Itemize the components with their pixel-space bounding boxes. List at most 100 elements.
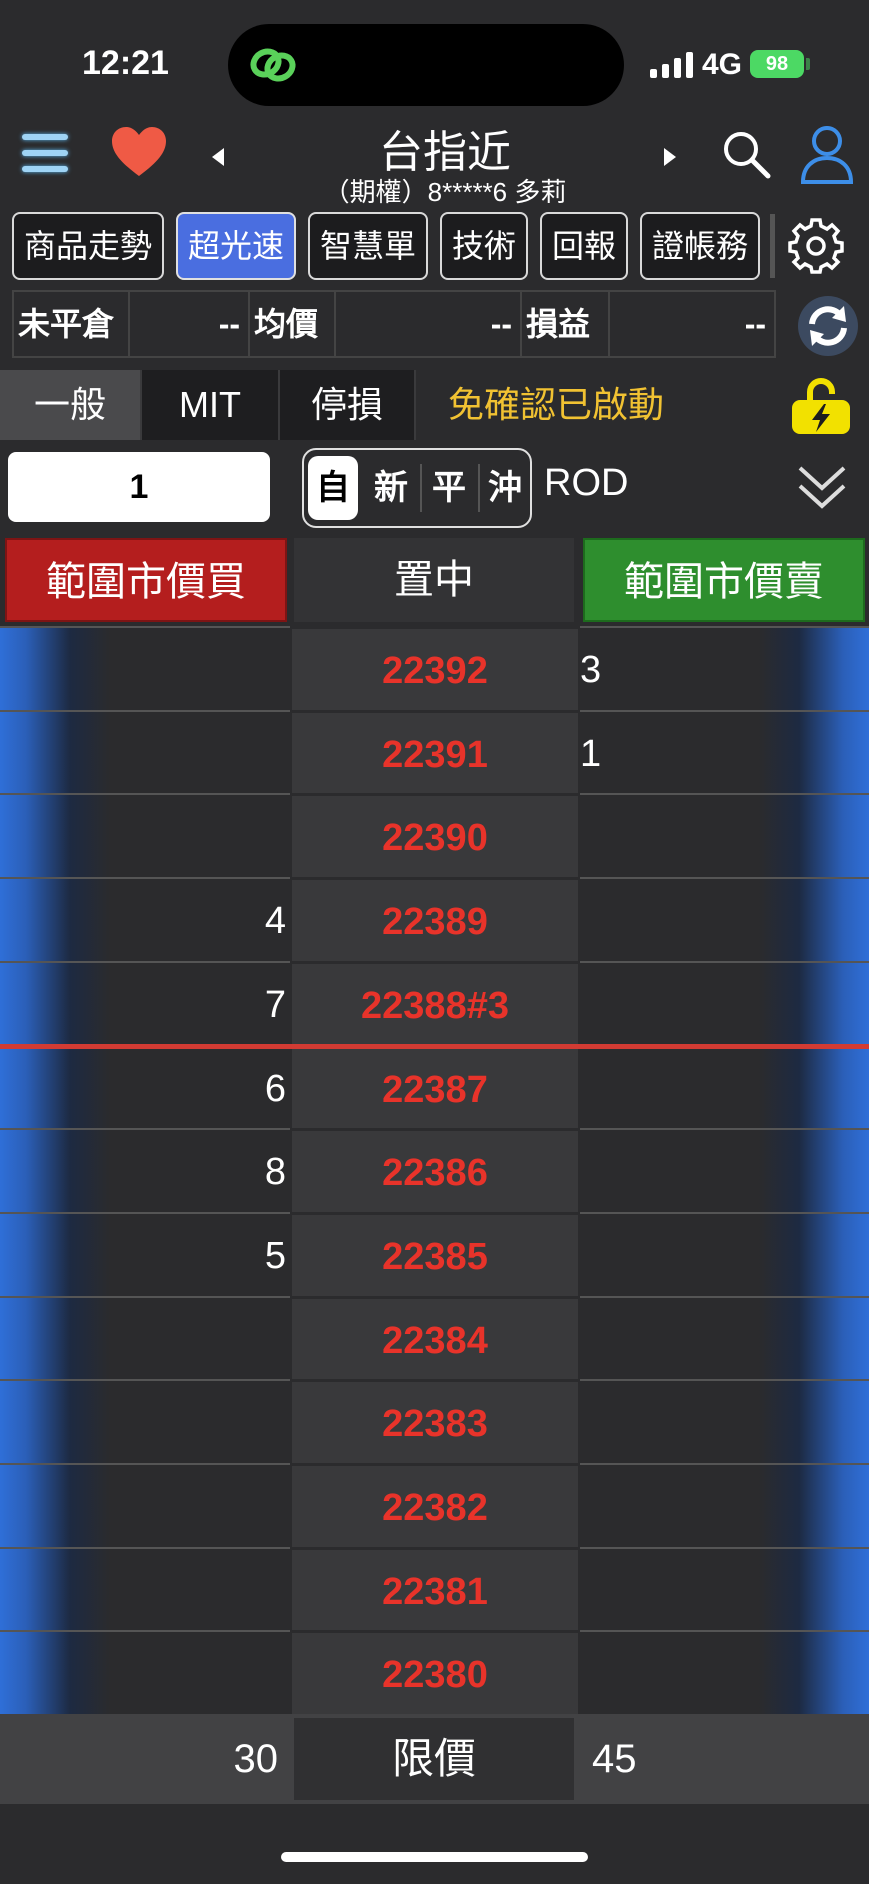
battery-level: 98 (765, 53, 789, 75)
price-cell: 22392 (292, 626, 578, 710)
position-value: -- (130, 292, 250, 356)
time-in-force-select[interactable]: ROD (544, 462, 628, 505)
ask-cell[interactable] (580, 960, 869, 1045)
unlock-icon[interactable] (790, 378, 852, 436)
bid-cell[interactable] (0, 1546, 290, 1631)
ladder-row: 5 22385 (0, 1211, 869, 1296)
ask-cell[interactable] (580, 877, 869, 961)
ask-cell[interactable] (580, 1546, 869, 1631)
top-nav: 台指近 （期權）8*****6 多莉 (0, 110, 869, 210)
link-app-icon (250, 48, 296, 82)
order-type-general[interactable]: 一般 (0, 370, 140, 440)
bid-cell[interactable] (0, 1379, 290, 1463)
ask-cell[interactable] (580, 1295, 869, 1380)
battery-tip (806, 58, 810, 70)
bid-cell[interactable] (0, 1630, 290, 1715)
order-type-stop[interactable]: 停損 (278, 370, 416, 440)
ladder-row: 22383 (0, 1379, 869, 1463)
tab-smart-order[interactable]: 智慧單 (308, 212, 428, 280)
ladder-row: 22382 (0, 1463, 869, 1547)
gear-icon[interactable] (785, 214, 847, 276)
price-type-button[interactable]: 限價 (294, 1718, 574, 1800)
ladder-row: 22381 (0, 1546, 869, 1631)
ask-cell[interactable]: 3 (580, 626, 869, 710)
ask-cell[interactable] (580, 1379, 869, 1463)
bid-cell[interactable]: 5 (0, 1211, 290, 1296)
product-title[interactable]: 台指近 (260, 116, 630, 180)
quantity-input[interactable]: 1 (8, 452, 270, 522)
mode-auto[interactable]: 自 (308, 456, 358, 520)
bid-cell[interactable] (0, 1295, 290, 1380)
position-label: 未平倉 (14, 292, 130, 356)
bid-cell[interactable]: 8 (0, 1128, 290, 1212)
bid-cell[interactable] (0, 626, 290, 710)
ask-cell[interactable] (580, 1630, 869, 1715)
prev-product-icon[interactable] (212, 148, 224, 166)
mode-close[interactable]: 平 (424, 456, 474, 520)
price-cell: 22382 (292, 1463, 578, 1547)
price-cell: 22386 (292, 1128, 578, 1212)
price-cell: 22391 (292, 709, 578, 794)
chevron-down-icon[interactable] (796, 460, 848, 516)
pnl-value: -- (608, 292, 774, 356)
tab-report[interactable]: 回報 (540, 212, 628, 280)
bid-cell[interactable]: 6 (0, 1044, 290, 1129)
position-summary: 未平倉 -- 均價 -- 損益 -- (12, 290, 776, 358)
mode-separator (420, 464, 422, 512)
range-market-sell-button[interactable]: 範圍市價賣 (583, 538, 865, 622)
avg-price-value: -- (334, 292, 522, 356)
next-product-icon[interactable] (664, 148, 676, 166)
price-cell: 22383 (292, 1379, 578, 1463)
price-cell: 22380 (292, 1630, 578, 1715)
ladder-footer: 30 限價 45 (0, 1714, 869, 1804)
refresh-icon[interactable] (798, 296, 858, 356)
price-ladder: 22392 3 22391 1 22390 4 22389 7 22388#3 … (0, 626, 869, 1715)
order-type-mit[interactable]: MIT (140, 370, 278, 440)
ask-cell[interactable] (580, 1463, 869, 1547)
tab-account[interactable]: 證帳務 (640, 212, 760, 280)
pnl-label: 損益 (526, 306, 591, 342)
bid-quantity: 4 (264, 900, 286, 943)
search-icon[interactable] (720, 128, 772, 180)
bid-cell[interactable] (0, 1463, 290, 1547)
bid-quantity: 7 (264, 983, 286, 1026)
ask-total: 45 (592, 1737, 637, 1781)
ask-cell[interactable]: 1 (580, 709, 869, 794)
favorite-heart-icon[interactable] (110, 124, 168, 182)
position-mode-selector: 自 新 平 沖 (302, 448, 532, 528)
network-type: 4G (702, 48, 743, 81)
bid-quantity: 5 (264, 1234, 286, 1277)
hamburger-menu-icon[interactable] (22, 134, 68, 174)
bid-cell[interactable] (0, 793, 290, 878)
ladder-row: 22384 (0, 1295, 869, 1380)
range-market-buy-button[interactable]: 範圍市價買 (5, 538, 287, 622)
no-confirm-status: 免確認已啟動 (448, 384, 665, 425)
user-profile-icon[interactable] (800, 124, 854, 184)
price-cell: 22389 (292, 877, 578, 961)
ask-cell[interactable] (580, 1044, 869, 1129)
mode-daytrade[interactable]: 沖 (480, 456, 530, 520)
function-tabs: 商品走勢 超光速 智慧單 技術 回報 證帳務 (0, 210, 869, 286)
avg-price-label: 均價 (254, 306, 319, 342)
ladder-row: 22391 1 (0, 709, 869, 794)
status-time: 12:21 (82, 44, 169, 82)
bid-cell[interactable]: 4 (0, 877, 290, 961)
home-indicator[interactable] (281, 1852, 588, 1862)
bid-total: 30 (233, 1737, 279, 1781)
ask-cell[interactable] (580, 1128, 869, 1212)
bid-cell[interactable] (0, 709, 290, 794)
price-cell: 22388#3 (292, 960, 578, 1045)
mode-new[interactable]: 新 (366, 456, 416, 520)
account-info: （期權）8*****6 多莉 (323, 177, 567, 207)
last-price-line (0, 1044, 869, 1049)
tab-trend[interactable]: 商品走勢 (12, 212, 164, 280)
bid-cell[interactable]: 7 (0, 960, 290, 1045)
ask-quantity: 3 (580, 649, 602, 691)
ladder-row: 4 22389 (0, 877, 869, 961)
center-button[interactable]: 置中 (294, 538, 574, 622)
price-cell: 22384 (292, 1295, 578, 1380)
ask-cell[interactable] (580, 793, 869, 878)
tab-technical[interactable]: 技術 (440, 212, 528, 280)
tab-speed[interactable]: 超光速 (176, 212, 296, 280)
ask-cell[interactable] (580, 1211, 869, 1296)
